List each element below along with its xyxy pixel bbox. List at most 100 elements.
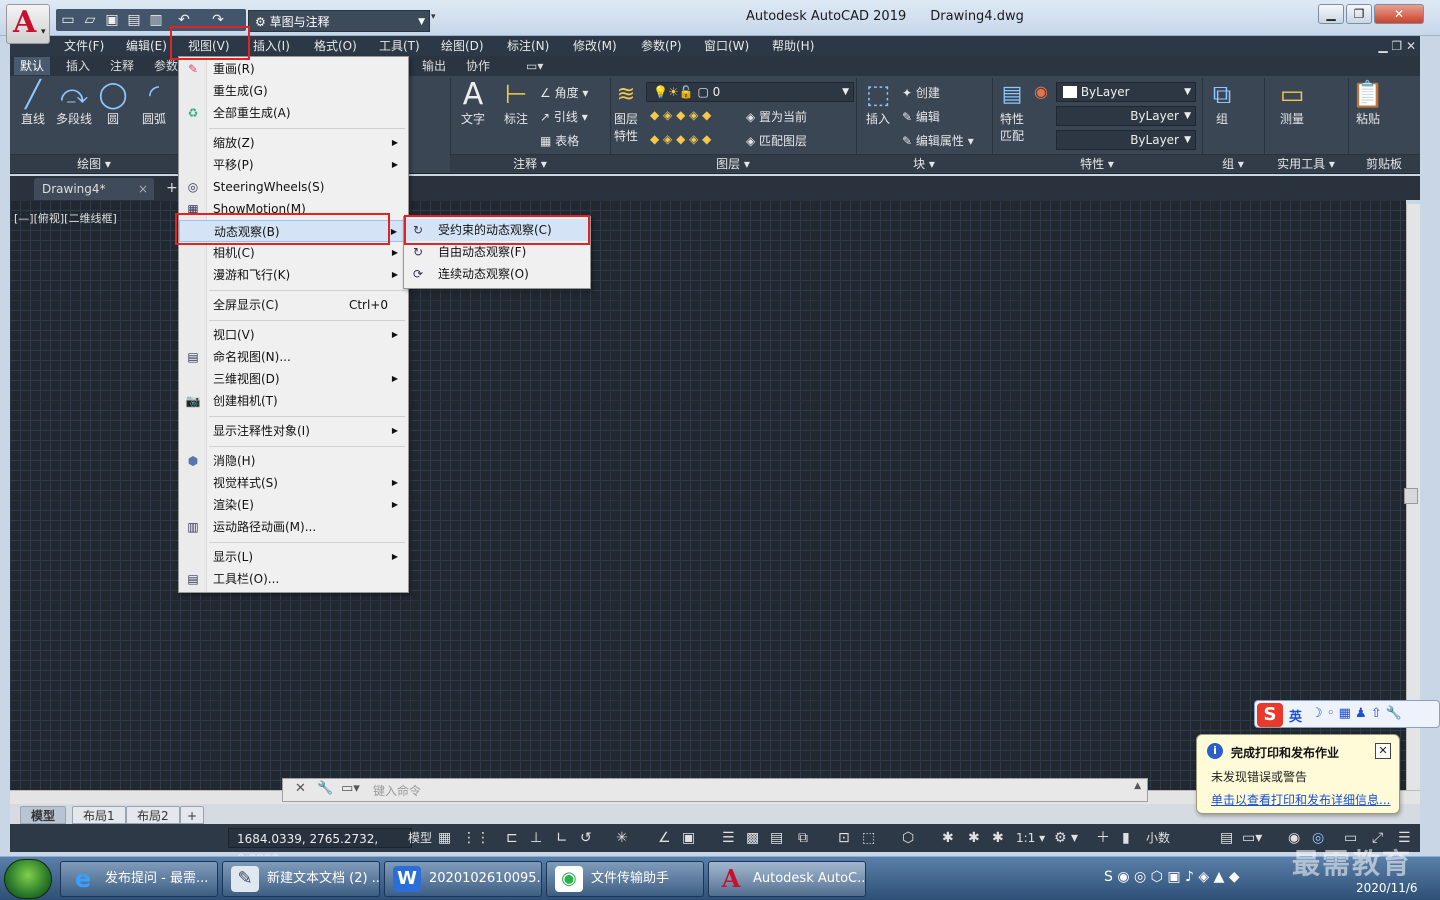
start-button[interactable] [4,859,52,899]
edit-block-tool[interactable]: ✎ 编辑 [902,108,940,125]
new-tab-button[interactable]: + [166,180,178,196]
menu-tools[interactable]: 工具(T) [379,36,420,56]
create-block-tool[interactable]: ✦ 创建 [902,84,940,101]
mdi-window-buttons[interactable]: ▁ ❐ ✕ [1378,36,1416,56]
osnap-tracking-icon[interactable]: ↺ [580,828,592,848]
layers-panel-title[interactable]: 图层 ▾ [610,154,856,172]
layer-tools-row-2[interactable]: ◆ ◈ ◆ ◈ ◆ [650,132,711,146]
text-tool[interactable]: A 文字 [456,80,490,127]
save-icon[interactable]: ▣ [104,12,120,28]
transparency-icon[interactable]: ▣ [682,828,695,848]
grid-icon[interactable]: ▦ [438,828,451,848]
match-properties-tool[interactable]: ▤ 特性 匹配 [994,80,1030,144]
3d-osnap-icon[interactable]: ▩ [746,828,759,848]
menu-parameters[interactable]: 参数(P) [641,36,682,56]
measure-tool[interactable]: ▭ 测量 [1274,80,1310,127]
taskbar-item-autocad[interactable]: A Autodesk AutoC... [708,861,866,897]
command-line[interactable]: ✕ 🔧 ▭▾ 键入命令 ▲ [282,778,1148,802]
taskbar-item-notepad[interactable]: ✎ 新建文本文档 (2) ... [222,861,380,897]
menu-item-steeringwheels[interactable]: ◎ SteeringWheels(S) [179,176,408,198]
annotation-scale[interactable]: 1:1 ▾ [1016,828,1045,848]
wrench-icon[interactable]: 🔧 [317,781,333,796]
close-button[interactable]: ✕ [1374,4,1424,24]
minimize-button[interactable]: ▁ [1318,4,1344,24]
add-layout-button[interactable]: + [180,806,205,824]
tab-annotate[interactable]: 注释 [104,57,140,75]
menu-item-visual-styles[interactable]: 视觉样式(S) ▶ [179,472,408,494]
taskbar-item-wechat[interactable]: ◉ 文件传输助手 [546,861,704,897]
menu-item-zoom[interactable]: 缩放(Z) ▶ [179,132,408,154]
model-space-button[interactable]: 模型 [408,828,432,848]
angle-tool[interactable]: ∠ 角度 ▾ [540,84,588,101]
tab-insert[interactable]: 插入 [60,57,96,75]
insert-block-tool[interactable]: ⬚ 插入 [860,80,896,127]
layer-properties-tool[interactable]: ≋ 图层 特性 [608,80,644,144]
command-input[interactable]: 键入命令 [373,782,421,799]
close-tab-icon[interactable]: × [138,178,148,200]
menu-item-annotative-objects[interactable]: 显示注释性对象(I) ▶ [179,420,408,442]
qat-more-icon[interactable]: ▾ [431,12,443,30]
taskbar-date[interactable]: 2020/11/6 [1356,881,1418,895]
maximize-button[interactable]: ❐ [1346,4,1372,24]
polar-icon[interactable]: ⊥ [530,828,542,848]
table-tool[interactable]: ▦ 表格 [540,132,579,149]
command-history-icon[interactable]: ▭▾ [341,781,360,796]
menu-item-viewports[interactable]: 视口(V) ▶ [179,324,408,346]
menu-item-walk-fly[interactable]: 漫游和飞行(K) ▶ [179,264,408,286]
menu-item-continuous-orbit[interactable]: ⟳ 连续动态观察(O) [404,263,590,285]
menu-item-hide[interactable]: ⬢ 消隐(H) [179,450,408,472]
menu-item-pan[interactable]: 平移(P) ▶ [179,154,408,176]
selection-cycling-icon[interactable]: ☰ [722,828,735,848]
notification-details-link[interactable]: 单击以查看打印和发布详细信息... [1211,791,1390,808]
groups-panel-title[interactable]: 组 ▾ [1202,154,1264,172]
linetype-dropdown[interactable]: ByLayer ▼ [1056,106,1196,126]
tab-collaborate[interactable]: 协作 [460,57,496,75]
menu-modify[interactable]: 修改(M) [573,36,617,56]
menu-window[interactable]: 窗口(W) [704,36,749,56]
menu-item-motion-path[interactable]: ▥ 运动路径动画(M)... [179,516,408,538]
graphics-performance-icon[interactable]: ▭▾ [1242,828,1262,848]
open-icon[interactable]: ▱ [82,12,98,28]
match-layer-tool[interactable]: ◈ 匹配图层 [746,132,807,149]
osnap-icon[interactable]: ✳ [616,828,628,848]
layer-dropdown[interactable]: 💡☀🔓 ▢ 0 ▼ [646,82,854,102]
ortho-icon[interactable]: ⊏ [506,828,518,848]
tab-layout2[interactable]: 布局2 [126,806,180,824]
menu-item-create-camera[interactable]: 📷 创建相机(T) [179,390,408,412]
new-icon[interactable]: ▭ [60,12,76,28]
layer-tools-row-1[interactable]: ◆ ◈ ◆ ◈ ◆ [650,108,711,122]
snap-icon[interactable]: ⋮⋮ [462,828,490,848]
quick-properties-icon[interactable]: ▤ [1220,828,1233,848]
ime-toolbar[interactable]: S 英 ☽ ◦ ▦ ♟ ⇧ 🔧 [1254,700,1440,728]
edit-attributes-tool[interactable]: ✎ 编辑属性 ▾ [902,132,974,149]
menu-format[interactable]: 格式(O) [314,36,357,56]
polyline-tool[interactable]: ⤼ 多段线 [54,80,94,127]
tab-output[interactable]: 输出 [416,57,452,75]
menu-item-clean-screen[interactable]: 全屏显示(C) Ctrl+0 [179,294,408,316]
arc-tool[interactable]: ◜ 圆弧 [136,80,172,127]
anno-monitor-icon[interactable]: ✱ [992,828,1004,848]
coordinates-readout[interactable]: 1684.0339, 2765.2732, 0.0000 [228,828,412,866]
menu-insert[interactable]: 插入(I) [253,36,290,56]
document-tab-drawing4[interactable]: Drawing4* × [34,178,154,200]
lineweight-icon[interactable]: ∠ [658,828,671,848]
dimension-tool[interactable]: ⊢ 标注 [498,80,534,127]
plus-icon[interactable]: ＋ [1096,828,1110,848]
menu-item-named-views[interactable]: ▤ 命名视图(N)... [179,346,408,368]
taskbar-item-ie[interactable]: e 发布提问 - 最需... [60,861,218,897]
block-panel-title[interactable]: 块 ▾ [856,154,992,172]
viewport-controls[interactable]: [—][俯视][二维线框] [14,210,117,226]
ime-tool-icons[interactable]: ☽ ◦ ▦ ♟ ⇧ 🔧 [1311,706,1402,721]
utilities-panel-title[interactable]: 实用工具 ▾ [1264,154,1348,172]
properties-panel-title[interactable]: 特性 ▾ [992,154,1202,172]
annotation-visibility-icon[interactable]: ⬚ [862,828,875,848]
tab-default[interactable]: 默认 [14,57,51,75]
workspace-switch-icon[interactable]: ✱ [968,828,980,848]
menu-item-regen-all[interactable]: ♻ 全部重生成(A) [179,102,408,124]
menu-item-render[interactable]: 渲染(E) ▶ [179,494,408,516]
lineweight-dropdown[interactable]: ByLayer ▼ [1056,130,1196,150]
menu-item-toolbars[interactable]: ▤ 工具栏(O)... [179,568,408,590]
menu-draw[interactable]: 绘图(D) [441,36,484,56]
draw-panel-title[interactable]: 绘图 ▾ [10,154,178,172]
menu-item-camera[interactable]: 相机(C) ▶ [179,242,408,264]
